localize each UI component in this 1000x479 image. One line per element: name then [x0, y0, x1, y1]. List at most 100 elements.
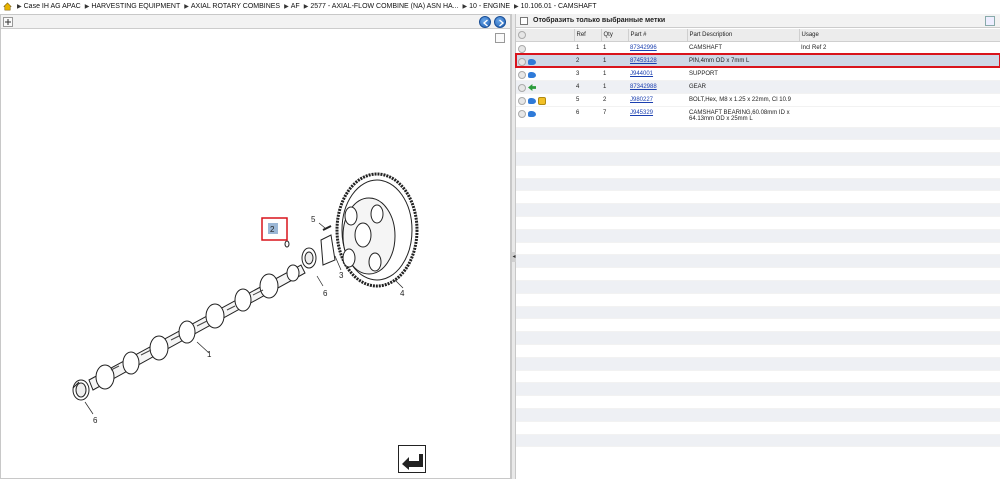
part-link[interactable]: J980227 [630, 97, 653, 103]
callout-label[interactable]: 6 [93, 416, 98, 425]
row-icons [516, 67, 574, 81]
cell-description: CAMSHAFT [687, 41, 799, 55]
next-icon[interactable] [494, 16, 506, 28]
replacement-arrow-icon[interactable] [528, 84, 536, 91]
info-icon[interactable] [518, 109, 526, 118]
part-link[interactable]: 87342996 [630, 45, 657, 51]
breadcrumb-item-6[interactable]: 10.106.01 - CAMSHAFT [521, 3, 597, 10]
breadcrumb-item-2[interactable]: AXIAL ROTARY COMBINES [191, 3, 280, 10]
table-row-selected[interactable]: 2 1 87453128 PIN,4mm OD x 7mm L [515, 53, 1000, 68]
part-link[interactable]: J944001 [630, 71, 653, 77]
parts-filter-bar: Отобразить только выбранные метки [516, 14, 1000, 28]
cell-qty: 1 [601, 67, 628, 81]
part-link[interactable]: 87342988 [630, 84, 657, 90]
info-icon[interactable] [518, 57, 526, 66]
cell-usage [799, 54, 1000, 68]
empty-row [516, 152, 1000, 166]
part-link[interactable]: 87453128 [630, 58, 657, 64]
order-icon[interactable] [528, 58, 536, 65]
part-link[interactable]: J945329 [630, 110, 653, 116]
empty-row [516, 293, 1000, 307]
list-options-icon[interactable] [985, 16, 995, 26]
row-icons [516, 41, 574, 55]
empty-row [516, 408, 1000, 422]
order-icon[interactable] [528, 97, 536, 104]
order-icon[interactable] [528, 110, 536, 117]
cell-usage [799, 106, 1000, 128]
breadcrumb-arrow-icon: ▶ [184, 4, 189, 10]
breadcrumb-item-3[interactable]: AF [291, 3, 300, 10]
empty-row [516, 280, 1000, 294]
cell-ref: 5 [574, 93, 601, 107]
cell-ref: 4 [574, 80, 601, 94]
order-icon[interactable] [528, 71, 536, 78]
col-header-ref[interactable]: Ref [574, 29, 602, 42]
col-header-icons [516, 29, 575, 42]
previous-icon[interactable] [479, 16, 491, 28]
cell-part: J945329 [628, 106, 687, 128]
camshaft-illustration [88, 264, 306, 391]
breadcrumb-item-0[interactable]: Case IH AG APAC [24, 3, 81, 10]
cell-part: 87342996 [628, 41, 687, 55]
info-icon[interactable] [518, 83, 526, 92]
empty-row [516, 357, 1000, 371]
exploded-diagram[interactable]: 1 2 3 4 5 6 6 [1, 30, 510, 478]
kit-icon[interactable] [538, 96, 546, 105]
home-icon[interactable] [3, 2, 12, 11]
cell-qty: 1 [601, 54, 628, 68]
cell-usage: Incl Ref 2 [799, 41, 1000, 55]
callout-label[interactable]: 4 [400, 289, 405, 298]
cell-description: SUPPORT [687, 67, 799, 81]
table-row[interactable]: 3 1 J944001 SUPPORT [516, 67, 1000, 81]
cell-usage [799, 93, 1000, 107]
empty-row [516, 242, 1000, 256]
cell-ref: 6 [574, 106, 601, 128]
cell-description: CAMSHAFT BEARING,60.08mm ID x 64.13mm OD … [687, 106, 799, 128]
callout-label-selected[interactable]: 2 [270, 225, 275, 234]
table-header-row: Ref Qty Part # Part Description Usage [516, 29, 1000, 42]
empty-row [516, 229, 1000, 243]
info-icon[interactable] [518, 44, 526, 53]
empty-row [516, 434, 1000, 448]
table-row[interactable]: 1 1 87342996 CAMSHAFT Incl Ref 2 [516, 41, 1000, 55]
row-icons [516, 80, 574, 94]
cell-ref: 3 [574, 67, 601, 81]
col-header-usage[interactable]: Usage [799, 29, 1000, 42]
cell-description: PIN,4mm OD x 7mm L [687, 54, 799, 68]
breadcrumb-item-5[interactable]: 10 - ENGINE [469, 3, 510, 10]
col-header-description[interactable]: Part Description [687, 29, 800, 42]
zoom-icon[interactable] [3, 17, 13, 27]
parts-table: Ref Qty Part # Part Description Usage 1 … [515, 29, 1000, 448]
empty-row [516, 203, 1000, 218]
breadcrumb-item-1[interactable]: HARVESTING EQUIPMENT [91, 3, 180, 10]
callout-label[interactable]: 3 [339, 271, 344, 280]
cell-ref: 1 [574, 41, 601, 55]
col-header-qty[interactable]: Qty [601, 29, 629, 42]
table-row[interactable]: 5 2 J980227 BOLT,Hex, M8 x 1.25 x 22mm, … [516, 93, 1000, 107]
info-icon[interactable] [518, 70, 526, 79]
bearing-illustration [72, 379, 90, 401]
show-selected-label: Отобразить только выбранные метки [533, 17, 666, 24]
callout-label[interactable]: 6 [323, 289, 328, 298]
row-icons [516, 54, 574, 68]
cell-description: GEAR [687, 80, 799, 94]
cell-qty: 2 [601, 93, 628, 107]
show-selected-checkbox[interactable] [520, 16, 528, 25]
callout-label[interactable]: 1 [207, 350, 212, 359]
cell-part: 87342988 [628, 80, 687, 94]
gear-illustration [335, 172, 419, 288]
cell-ref: 2 [574, 54, 601, 68]
callout-label[interactable]: 5 [311, 215, 316, 224]
col-header-part[interactable]: Part # [628, 29, 688, 42]
empty-row [516, 370, 1000, 384]
cell-part: J980227 [628, 93, 687, 107]
export-icon[interactable] [398, 445, 426, 473]
empty-row [516, 267, 1000, 282]
info-icon[interactable] [518, 96, 526, 105]
table-row[interactable]: 4 1 87342988 GEAR [516, 80, 1000, 94]
empty-row [516, 331, 1000, 346]
cell-usage [799, 80, 1000, 94]
settings-icon[interactable] [518, 30, 526, 39]
breadcrumb-item-4[interactable]: 2577 - AXIAL-FLOW COMBINE (NA) ASN HA... [310, 3, 458, 10]
table-row[interactable]: 6 7 J945329 CAMSHAFT BEARING,60.08mm ID … [516, 106, 1000, 128]
